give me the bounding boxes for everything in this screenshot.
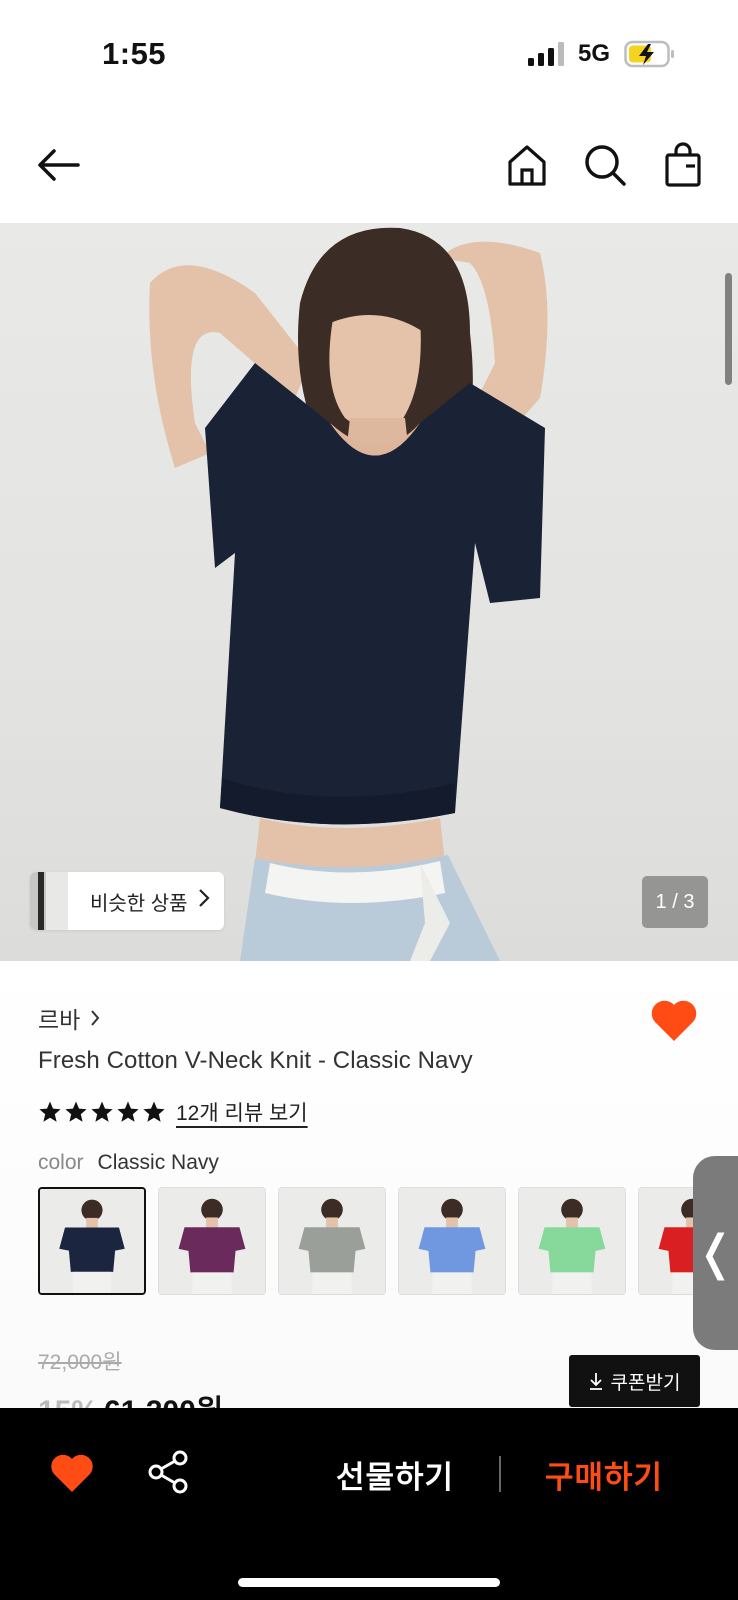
color-row: color Classic Navy (38, 1151, 219, 1175)
share-icon[interactable] (146, 1448, 190, 1496)
status-time: 1:55 (102, 36, 167, 71)
color-swatch[interactable] (398, 1187, 506, 1295)
color-swatch[interactable] (38, 1187, 146, 1295)
battery-icon (624, 40, 676, 68)
similar-thumbnail (30, 872, 68, 930)
home-icon[interactable] (502, 140, 552, 190)
buy-button[interactable]: 구매하기 (545, 1452, 663, 1497)
review-link[interactable]: 12개 리뷰 보기 (176, 1097, 308, 1127)
coupon-label: 쿠폰받기 (610, 1372, 681, 1394)
star-icon (65, 1101, 87, 1122)
heart-icon[interactable] (50, 1452, 94, 1494)
search-icon[interactable] (580, 140, 630, 190)
rating-row: 12개 리뷰 보기 (38, 1097, 308, 1127)
product-name: Fresh Cotton V-Neck Knit - Classic Navy (38, 1047, 473, 1074)
arrow-left-icon[interactable] (34, 140, 84, 190)
original-price: 72,000원 (38, 1351, 122, 1374)
color-swatch[interactable] (518, 1187, 626, 1295)
network-label: 5G (578, 40, 611, 67)
star-icon (143, 1101, 165, 1122)
brand-name: 르바 (38, 1007, 81, 1033)
star-rating (38, 1100, 166, 1124)
star-icon (117, 1101, 139, 1122)
image-page-counter: 1 / 3 (642, 876, 708, 928)
status-bar: 1:55 5G (0, 0, 738, 110)
gift-button[interactable]: 선물하기 (336, 1452, 454, 1497)
color-swatch[interactable] (158, 1187, 266, 1295)
similar-products-button[interactable]: 비슷한 상품 (30, 872, 224, 930)
download-icon (589, 1373, 602, 1390)
side-drawer-tab[interactable]: ❬ (693, 1156, 738, 1350)
signal-icon (528, 42, 568, 66)
bottom-action-bar: 선물하기 구매하기 (0, 1408, 738, 1600)
heart-icon[interactable] (650, 997, 698, 1043)
star-icon (39, 1101, 61, 1122)
similar-products-label: 비슷한 상품 (90, 892, 188, 915)
color-swatch[interactable] (278, 1187, 386, 1295)
home-indicator (238, 1578, 500, 1587)
chevron-right-icon (91, 1010, 100, 1026)
nav-bar (0, 128, 738, 208)
color-value: Classic Navy (97, 1151, 219, 1174)
star-icon (91, 1101, 113, 1122)
brand-link[interactable]: 르바 (38, 1001, 100, 1035)
divider (499, 1456, 501, 1492)
color-key: color (38, 1151, 84, 1174)
chevron-right-icon (198, 888, 210, 914)
product-photo (149, 227, 548, 961)
shopping-bag-icon[interactable] (658, 140, 708, 190)
coupon-button[interactable]: 쿠폰받기 (569, 1355, 700, 1407)
image-scroll-indicator (725, 273, 732, 385)
product-image-gallery[interactable]: 비슷한 상품 1 / 3 (0, 223, 738, 961)
product-info: 르바 Fresh Cotton V-Neck Knit - Classic Na… (0, 961, 738, 1428)
color-swatches (38, 1187, 738, 1297)
